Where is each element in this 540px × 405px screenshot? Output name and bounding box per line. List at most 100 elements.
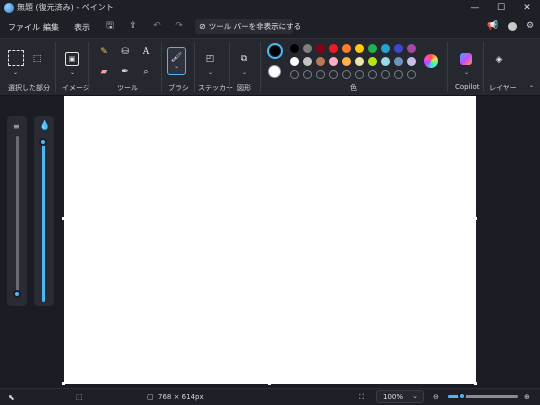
- custom-color-slot[interactable]: [290, 70, 299, 79]
- select-rectangle-button[interactable]: [8, 50, 24, 66]
- shapes-chevron-icon[interactable]: ⌄: [242, 69, 247, 76]
- palette-swatch[interactable]: [394, 57, 403, 66]
- window-title: 無題 (復元済み) - ペイント: [17, 3, 114, 12]
- pencil-tool-button[interactable]: ✎: [97, 45, 111, 59]
- custom-color-slot[interactable]: [355, 70, 364, 79]
- eraser-icon: ▰: [100, 67, 108, 77]
- custom-color-slot[interactable]: [381, 70, 390, 79]
- opacity-drop-icon: 💧: [39, 121, 51, 131]
- palette-swatch[interactable]: [342, 44, 351, 53]
- undo-icon: ↶: [153, 21, 161, 31]
- image-chevron-icon[interactable]: ⌄: [70, 69, 75, 76]
- minimize-button[interactable]: —: [462, 0, 488, 16]
- secondary-color[interactable]: [268, 65, 281, 78]
- palette-swatch[interactable]: [316, 44, 325, 53]
- brush-chevron-icon: ⌄: [173, 62, 180, 70]
- opacity-slider-knob[interactable]: [39, 138, 47, 146]
- fill-tool-button[interactable]: ⛁: [118, 45, 132, 59]
- palette-swatch[interactable]: [407, 44, 416, 53]
- shapes-button[interactable]: ⧉: [237, 52, 251, 66]
- gear-icon: ⚙: [525, 21, 535, 31]
- text-tool-button[interactable]: A: [139, 45, 153, 59]
- edit-colors-button[interactable]: [424, 54, 438, 68]
- size-slider-knob[interactable]: [13, 290, 21, 298]
- zoom-slider-knob[interactable]: [458, 392, 466, 400]
- menu-file[interactable]: ファイル: [8, 22, 40, 33]
- menu-edit[interactable]: 編集: [43, 22, 59, 33]
- group-label-sticker: ステッカー: [198, 84, 233, 92]
- palette-swatch[interactable]: [342, 57, 351, 66]
- maximize-button[interactable]: ☐: [488, 0, 514, 16]
- custom-color-slot[interactable]: [303, 70, 312, 79]
- palette-swatch[interactable]: [381, 57, 390, 66]
- pointer-position-icon: ⬉: [8, 393, 15, 402]
- menu-view[interactable]: 表示: [74, 22, 90, 33]
- copilot-button[interactable]: [459, 52, 473, 66]
- brush-button[interactable]: 🖌 ⌄: [167, 47, 186, 75]
- save-button[interactable]: 🖫: [103, 19, 117, 33]
- canvas-resize-handle[interactable]: [62, 382, 65, 385]
- eraser-tool-button[interactable]: ▰: [97, 65, 111, 79]
- sticker-chevron-icon[interactable]: ⌄: [208, 69, 213, 76]
- zoom-select[interactable]: 100% ⌄: [376, 390, 424, 403]
- free-select-button[interactable]: ⬚: [30, 52, 44, 66]
- drawing-canvas[interactable]: [64, 96, 476, 384]
- close-button[interactable]: ✕: [514, 0, 540, 16]
- ribbon-divider: [194, 42, 195, 92]
- sticker-button[interactable]: ◰: [203, 52, 217, 66]
- notification-button[interactable]: 📢: [486, 19, 500, 33]
- palette-swatch[interactable]: [329, 57, 338, 66]
- canvas-resize-handle[interactable]: [62, 217, 65, 220]
- custom-color-slot[interactable]: [329, 70, 338, 79]
- palette-swatch[interactable]: [290, 57, 299, 66]
- zoom-out-button[interactable]: ⊖: [433, 393, 439, 401]
- size-slider-track[interactable]: [16, 136, 19, 294]
- palette-swatch[interactable]: [368, 57, 377, 66]
- group-label-brush: ブラシ: [168, 84, 189, 92]
- ribbon-expand-chevron-icon[interactable]: ⌄: [529, 82, 534, 89]
- zoom-in-icon: ⊕: [524, 393, 530, 401]
- color-picker-button[interactable]: ✒: [118, 65, 132, 79]
- share-icon: ⇪: [129, 21, 137, 31]
- palette-swatch[interactable]: [355, 44, 364, 53]
- palette-swatch[interactable]: [355, 57, 364, 66]
- canvas-resize-handle[interactable]: [474, 217, 477, 220]
- palette-swatch[interactable]: [303, 44, 312, 53]
- undo-button[interactable]: ↶: [150, 19, 164, 33]
- palette-swatch[interactable]: [329, 44, 338, 53]
- layers-button[interactable]: ◈: [492, 53, 506, 67]
- fit-to-window-button[interactable]: ⛶: [359, 393, 364, 402]
- redo-button[interactable]: ↷: [172, 19, 186, 33]
- magnifier-button[interactable]: ⌕: [139, 65, 153, 79]
- copilot-chevron-icon[interactable]: ⌄: [464, 69, 469, 76]
- palette-swatch[interactable]: [381, 44, 390, 53]
- custom-color-slot[interactable]: [407, 70, 416, 79]
- custom-color-slot[interactable]: [342, 70, 351, 79]
- custom-color-slot[interactable]: [394, 70, 403, 79]
- palette-swatch[interactable]: [290, 44, 299, 53]
- canvas-resize-handle[interactable]: [474, 382, 477, 385]
- ribbon-divider: [55, 42, 56, 92]
- canvas-resize-handle[interactable]: [268, 382, 271, 385]
- zoom-in-button[interactable]: ⊕: [524, 393, 530, 401]
- primary-color[interactable]: [267, 43, 283, 59]
- paint-app-icon: [4, 3, 14, 13]
- selection-chevron-icon[interactable]: ⌄: [13, 69, 18, 76]
- settings-button[interactable]: ⚙: [523, 19, 537, 33]
- palette-swatch[interactable]: [303, 57, 312, 66]
- custom-color-slot[interactable]: [368, 70, 377, 79]
- palette-swatch[interactable]: [368, 44, 377, 53]
- palette-swatch[interactable]: [316, 57, 325, 66]
- hide-toolbar-button[interactable]: ⊘ ツール バーを非表示にする: [195, 19, 301, 34]
- account-button[interactable]: [505, 19, 519, 33]
- palette-swatch[interactable]: [394, 44, 403, 53]
- hide-toolbar-label: ツール バーを非表示にする: [208, 22, 302, 31]
- custom-color-slot[interactable]: [316, 70, 325, 79]
- canvas-size-icon: ▢: [147, 393, 154, 401]
- image-crop-button[interactable]: ▣: [65, 52, 79, 66]
- palette-swatch[interactable]: [407, 57, 416, 66]
- color-palette: [290, 44, 420, 80]
- share-button[interactable]: ⇪: [126, 19, 140, 33]
- opacity-slider-track[interactable]: [42, 142, 45, 302]
- group-label-tools: ツール: [117, 84, 138, 92]
